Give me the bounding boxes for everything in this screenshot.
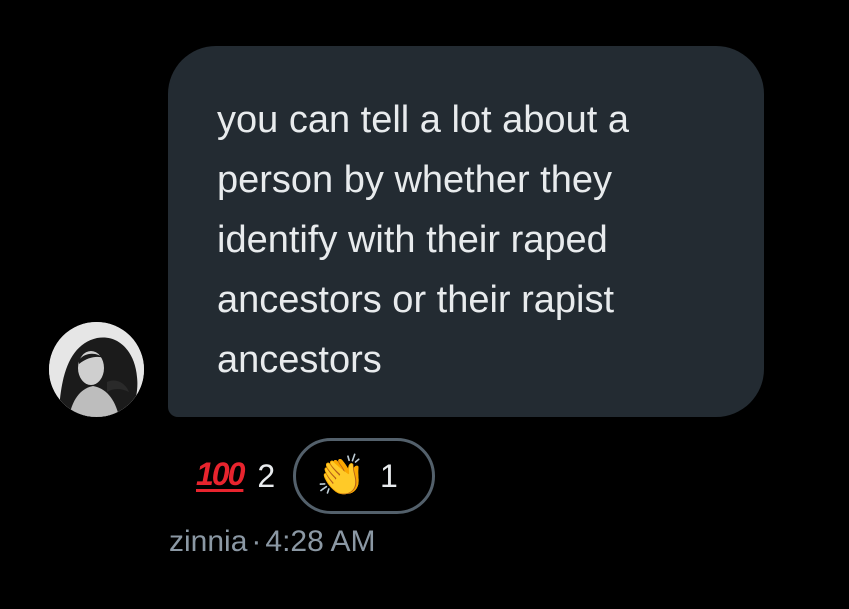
meta-separator: · [251,525,262,558]
reaction-clapping-hands[interactable]: 👏 1 [293,438,436,514]
message-text: you can tell a lot about a person by whe… [217,99,629,381]
clapping-hands-icon: 👏 [316,454,366,498]
reaction-count: 1 [380,457,398,494]
message-bubble[interactable]: you can tell a lot about a person by whe… [168,46,764,417]
sender-name[interactable]: zinnia [169,525,247,558]
hundred-points-icon: 100 [196,456,245,492]
reaction-hundred-points[interactable]: 100 2 [188,438,293,514]
message-meta: zinnia · 4:28 AM [169,522,375,562]
reaction-bar: 100 2 👏 1 [188,438,436,514]
reaction-count: 2 [257,457,276,494]
message-timestamp: 4:28 AM [265,525,376,558]
avatar-photo [49,322,144,417]
sender-avatar[interactable] [49,322,144,417]
